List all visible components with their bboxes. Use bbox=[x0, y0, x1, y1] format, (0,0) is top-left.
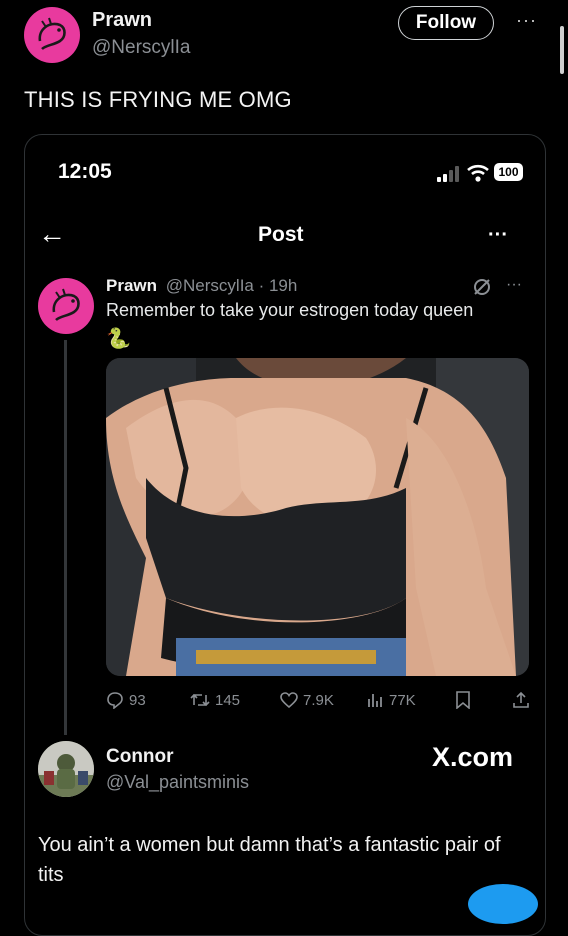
reply-action[interactable]: 93 bbox=[106, 689, 146, 711]
back-arrow-icon[interactable]: ← bbox=[38, 218, 66, 250]
bookmark-action[interactable] bbox=[455, 689, 471, 711]
views-icon bbox=[368, 694, 382, 707]
post-author-avatar[interactable] bbox=[38, 278, 94, 334]
snake-emoji: 🐍 bbox=[106, 328, 131, 350]
x-com-watermark: X.com bbox=[432, 742, 514, 772]
share-action[interactable] bbox=[512, 689, 530, 711]
reply-author-avatar[interactable] bbox=[38, 741, 94, 797]
follow-button[interactable]: Follow bbox=[398, 6, 494, 40]
post-image[interactable] bbox=[106, 358, 529, 676]
views-count: 77K bbox=[389, 691, 416, 709]
author-name[interactable]: Prawn bbox=[92, 9, 152, 32]
reply-author-handle[interactable]: @Val_paintsminis bbox=[106, 772, 249, 793]
bookmark-icon bbox=[456, 691, 470, 709]
post-text: Remember to take your estrogen today que… bbox=[106, 300, 474, 320]
reply-header: Connor @Val_paintsminis bbox=[106, 746, 249, 793]
repost-count: 145 bbox=[215, 691, 241, 709]
reply-icon bbox=[107, 692, 123, 709]
thread-line bbox=[64, 340, 67, 735]
repost-icon bbox=[190, 693, 210, 707]
post-title: Post bbox=[258, 223, 304, 246]
signal-icon bbox=[437, 166, 461, 182]
figure-icon bbox=[38, 741, 94, 797]
post-author-name[interactable]: Prawn bbox=[106, 276, 157, 295]
author-avatar[interactable] bbox=[24, 7, 80, 63]
post-more-icon[interactable]: ··· bbox=[488, 224, 508, 247]
battery-indicator: 100 bbox=[494, 163, 523, 181]
wifi-icon bbox=[466, 163, 490, 183]
post-header: Prawn @NerscylIa · 19h bbox=[106, 276, 297, 296]
reply-count: 93 bbox=[129, 691, 146, 709]
like-action[interactable]: 7.9K bbox=[280, 689, 334, 711]
author-handle[interactable]: @NerscylIa bbox=[92, 37, 190, 59]
compose-button[interactable] bbox=[468, 884, 538, 924]
status-time: 12:05 bbox=[58, 160, 112, 183]
repost-action[interactable]: 145 bbox=[190, 689, 240, 711]
post-options-icon[interactable]: ··· bbox=[506, 276, 522, 294]
post-author-meta[interactable]: @NerscylIa · 19h bbox=[166, 276, 298, 295]
more-options-icon[interactable]: ··· bbox=[516, 10, 537, 31]
reply-author-name[interactable]: Connor bbox=[106, 746, 249, 768]
reply-text: You ain’t a women but damn that’s a fant… bbox=[38, 834, 501, 886]
grok-icon[interactable] bbox=[472, 277, 492, 297]
shrimp-icon bbox=[52, 288, 80, 322]
like-count: 7.9K bbox=[303, 691, 334, 709]
tweet-text: THIS IS FRYING ME OMG bbox=[24, 87, 292, 112]
heart-icon bbox=[280, 692, 298, 709]
scrollbar[interactable] bbox=[560, 26, 564, 74]
views-action[interactable]: 77K bbox=[366, 689, 416, 711]
shrimp-icon bbox=[38, 17, 66, 51]
share-icon bbox=[513, 691, 529, 708]
